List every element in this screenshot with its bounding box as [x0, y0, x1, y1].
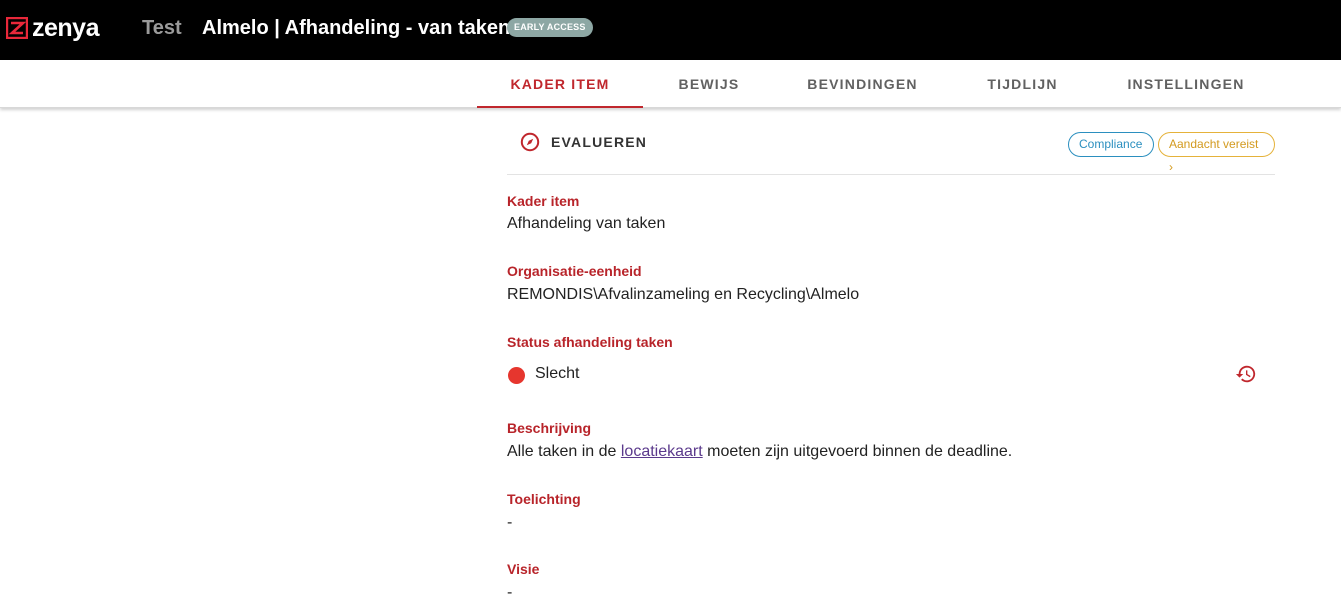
toelichting-value: -	[507, 514, 513, 531]
compliance-chip[interactable]: Compliance	[1068, 132, 1154, 157]
beschrijving-label: Beschrijving	[507, 420, 592, 436]
visie-label: Visie	[507, 561, 540, 577]
toelichting-label: Toelichting	[507, 491, 581, 507]
environment-label: Test	[142, 17, 182, 39]
early-access-badge: EARLY ACCESS	[507, 18, 593, 37]
tab-kader-item[interactable]: KADER ITEM	[477, 60, 643, 108]
tab-tijdlijn[interactable]: TIJDLIJN	[965, 60, 1080, 108]
organisatie-label: Organisatie-eenheid	[507, 263, 642, 279]
status-value: Slecht	[535, 365, 580, 382]
attention-required-chip[interactable]: Aandacht vereist ›	[1158, 132, 1275, 174]
compass-icon	[520, 132, 540, 152]
beschrijving-text-after: moeten zijn uitgevoerd binnen de deadlin…	[702, 443, 1013, 460]
evaluate-section-header: EVALUEREN Compliance Aandacht vereist ›	[507, 130, 1275, 175]
tab-bar: KADER ITEM BEWIJS BEVINDINGEN TIJDLIJN I…	[0, 60, 1341, 108]
logo-text: zenya	[32, 14, 99, 42]
history-icon[interactable]	[1235, 363, 1257, 385]
status-label: Status afhandeling taken	[507, 334, 673, 350]
beschrijving-text-before: Alle taken in de	[507, 443, 621, 460]
kader-item-label: Kader item	[507, 193, 580, 209]
section-title: EVALUEREN	[551, 134, 648, 150]
status-indicator-dot	[508, 367, 525, 384]
organisatie-value: REMONDIS\Afvalinzameling en Recycling\Al…	[507, 286, 860, 303]
page-title: Almelo | Afhandeling - van taken	[202, 17, 511, 39]
zenya-logo-icon	[6, 17, 28, 39]
zenya-logo[interactable]: zenya	[6, 14, 99, 42]
tab-bevindingen[interactable]: BEVINDINGEN	[790, 60, 935, 108]
beschrijving-value: Alle taken in de locatiekaart moeten zij…	[507, 442, 1012, 462]
locatiekaart-link[interactable]: locatiekaart	[621, 443, 703, 460]
app-header: zenya Test Almelo | Afhandeling - van ta…	[0, 0, 1341, 60]
visie-value: -	[507, 584, 513, 601]
tab-bewijs[interactable]: BEWIJS	[655, 60, 763, 108]
tab-instellingen[interactable]: INSTELLINGEN	[1110, 60, 1262, 108]
kader-item-value: Afhandeling van taken	[507, 215, 666, 232]
